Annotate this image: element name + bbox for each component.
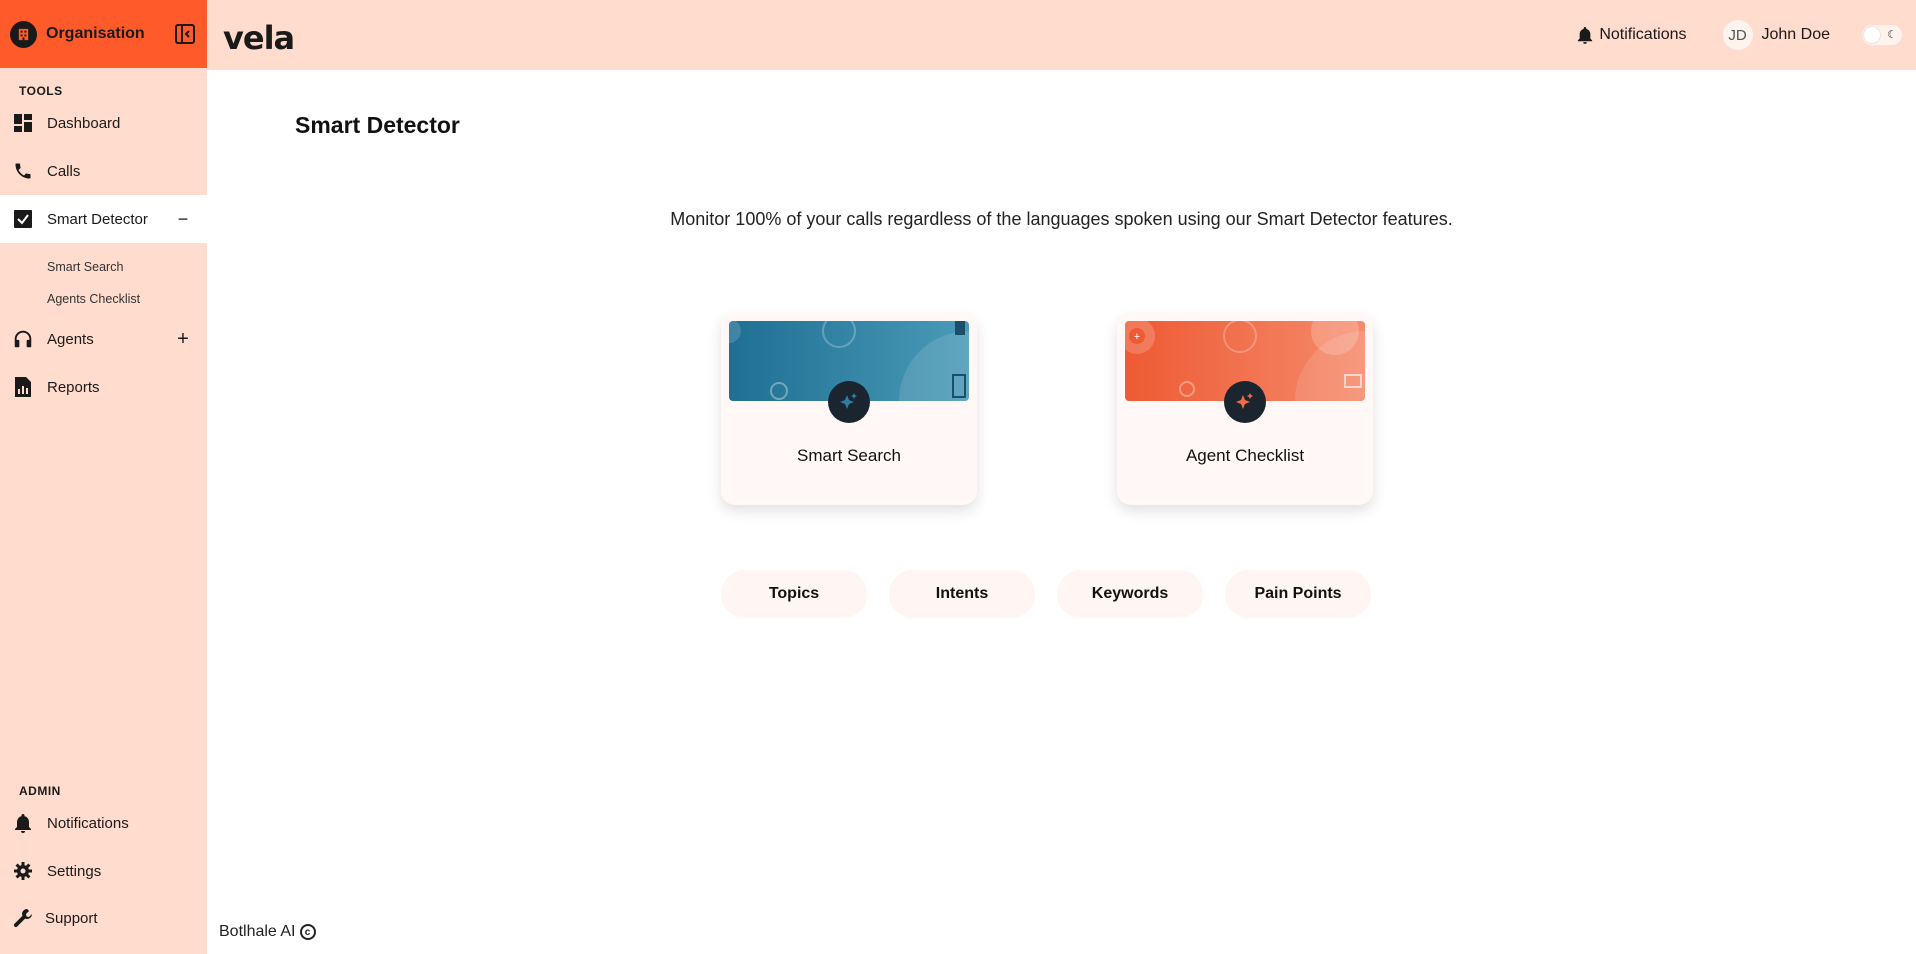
phone-icon xyxy=(11,159,35,183)
sidebar-item-dashboard[interactable]: Dashboard xyxy=(0,99,207,147)
sidebar-item-support[interactable]: Support xyxy=(0,894,207,942)
header-notifications-button[interactable]: Notifications xyxy=(1577,26,1687,44)
user-menu[interactable]: JD John Doe xyxy=(1722,20,1831,50)
sidebar-item-label: Notifications xyxy=(47,814,129,832)
sidebar: Organisation TOOLS Dashboard Calls Smart… xyxy=(0,0,207,954)
sparkle-icon xyxy=(1224,381,1266,423)
building-icon xyxy=(10,20,37,48)
admin-section-label: ADMIN xyxy=(19,784,61,798)
moon-icon: ☾ xyxy=(1887,29,1897,41)
sidebar-item-label: Reports xyxy=(47,378,100,396)
expand-toggle-plus-icon[interactable]: + xyxy=(173,328,193,350)
wrench-icon xyxy=(11,906,35,930)
agent-checklist-card[interactable]: + Agent Checklist xyxy=(1117,313,1373,505)
sidebar-collapse-icon xyxy=(175,24,195,44)
sidebar-item-settings[interactable]: Settings xyxy=(0,847,207,895)
organisation-bar: Organisation xyxy=(0,0,207,68)
collapse-toggle-minus-icon[interactable]: − xyxy=(173,209,193,229)
copyright-icon: c xyxy=(299,924,316,940)
sidebar-item-label: Calls xyxy=(47,162,81,180)
gear-icon xyxy=(11,859,35,883)
top-header: vela Notifications JD John Doe ☾ xyxy=(207,0,1916,70)
vela-logo[interactable]: vela xyxy=(223,18,295,58)
sidebar-subitem-smart-search[interactable]: Smart Search xyxy=(47,260,123,274)
avatar: JD xyxy=(1722,20,1753,50)
smart-search-card[interactable]: Smart Search xyxy=(721,313,977,505)
sparkle-icon xyxy=(828,381,870,423)
sidebar-item-label: Dashboard xyxy=(47,114,121,132)
bell-icon xyxy=(1578,27,1593,44)
report-icon xyxy=(11,375,35,399)
sidebar-item-notifications[interactable]: Notifications xyxy=(0,799,207,847)
svg-text:+: + xyxy=(1134,331,1140,343)
card-label: Agent Checklist xyxy=(1185,446,1305,465)
logo-text: vela xyxy=(223,19,295,57)
sidebar-item-calls[interactable]: Calls xyxy=(0,147,207,195)
footer-text: Botlhale AI xyxy=(219,923,296,940)
bell-icon xyxy=(11,811,35,835)
dashboard-icon xyxy=(11,111,35,135)
sidebar-item-smart-detector[interactable]: Smart Detector − xyxy=(0,195,207,243)
card-label: Smart Search xyxy=(797,446,901,465)
intro-text: Monitor 100% of your calls regardless of… xyxy=(670,209,1453,229)
sidebar-subitem-agents-checklist[interactable]: Agents Checklist xyxy=(47,292,140,306)
sidebar-item-label: Smart Detector xyxy=(47,210,148,228)
sidebar-item-label: Support xyxy=(45,909,98,927)
footer: Botlhale AI c xyxy=(219,923,316,941)
sidebar-item-reports[interactable]: Reports xyxy=(0,363,207,411)
chip-intents[interactable]: Intents xyxy=(889,570,1035,618)
headset-icon xyxy=(11,327,35,351)
toggle-knob xyxy=(1864,27,1880,43)
header-actions: Notifications JD John Doe ☾ xyxy=(1577,0,1916,70)
chip-keywords[interactable]: Keywords xyxy=(1057,570,1203,618)
chip-topics[interactable]: Topics xyxy=(721,570,867,618)
checked-box-icon xyxy=(11,207,35,231)
notifications-label: Notifications xyxy=(1599,26,1687,43)
sidebar-item-label: Agents xyxy=(47,330,94,348)
user-name: John Doe xyxy=(1761,26,1831,43)
page-title: Smart Detector xyxy=(295,112,460,138)
collapse-sidebar-button[interactable] xyxy=(173,22,197,46)
tools-section-label: TOOLS xyxy=(19,84,63,98)
dark-mode-toggle[interactable]: ☾ xyxy=(1862,25,1902,45)
organisation-name[interactable]: Organisation xyxy=(46,25,173,43)
sidebar-item-label: Settings xyxy=(47,862,102,880)
sidebar-item-agents[interactable]: Agents + xyxy=(0,315,207,363)
chip-pain-points[interactable]: Pain Points xyxy=(1225,570,1371,618)
